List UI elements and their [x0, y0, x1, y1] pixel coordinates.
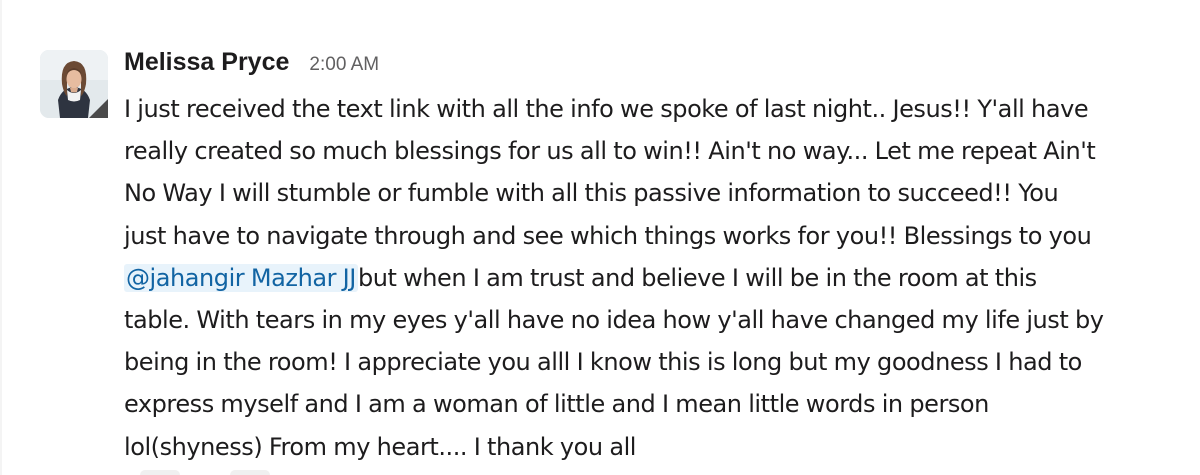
message-text: being in the room! I appreciate you alll…: [124, 348, 1082, 377]
sender-name[interactable]: Melissa Pryce: [124, 48, 289, 77]
message-body: I just received the text link with all t…: [124, 88, 1182, 468]
message-line: being in the room! I appreciate you alll…: [124, 341, 1182, 383]
message-line: just have to navigate through and see wh…: [124, 215, 1182, 257]
reaction-pill[interactable]: [140, 470, 180, 475]
message-text: really created so much blessings for us …: [124, 137, 1096, 166]
status-badge: [89, 99, 108, 118]
message-text: lol(shyness) From my heart.... I thank y…: [124, 432, 637, 461]
message-line: table. With tears in my eyes y'all have …: [124, 299, 1182, 341]
message-text: but when I am trust and believe I will b…: [357, 263, 1037, 292]
message-line: No Way I will stumble or fumble with all…: [124, 172, 1182, 214]
chat-message: Melissa Pryce 2:00 AM I just received th…: [0, 0, 1200, 475]
message-text: No Way I will stumble or fumble with all…: [124, 179, 1059, 208]
user-mention-link[interactable]: @jahangir Mazhar JJ: [124, 263, 358, 292]
message-gutter-divider: [0, 0, 2, 475]
message-text: express myself and I am a woman of littl…: [124, 390, 989, 419]
avatar-container[interactable]: [40, 50, 108, 118]
message-timestamp[interactable]: 2:00 AM: [309, 54, 379, 76]
message-line: I just received the text link with all t…: [124, 88, 1182, 130]
message-line: express myself and I am a woman of littl…: [124, 383, 1182, 425]
message-header: Melissa Pryce 2:00 AM: [124, 48, 379, 84]
message-line: @jahangir Mazhar JJbut when I am trust a…: [124, 257, 1182, 299]
reaction-pill[interactable]: [230, 470, 270, 475]
message-text: I just received the text link with all t…: [124, 95, 1089, 123]
message-line: lol(shyness) From my heart.... I thank y…: [124, 426, 1182, 468]
message-text: table. With tears in my eyes y'all have …: [124, 306, 1104, 335]
message-text: just have to navigate through and see wh…: [124, 221, 1092, 250]
message-line: really created so much blessings for us …: [124, 130, 1182, 172]
